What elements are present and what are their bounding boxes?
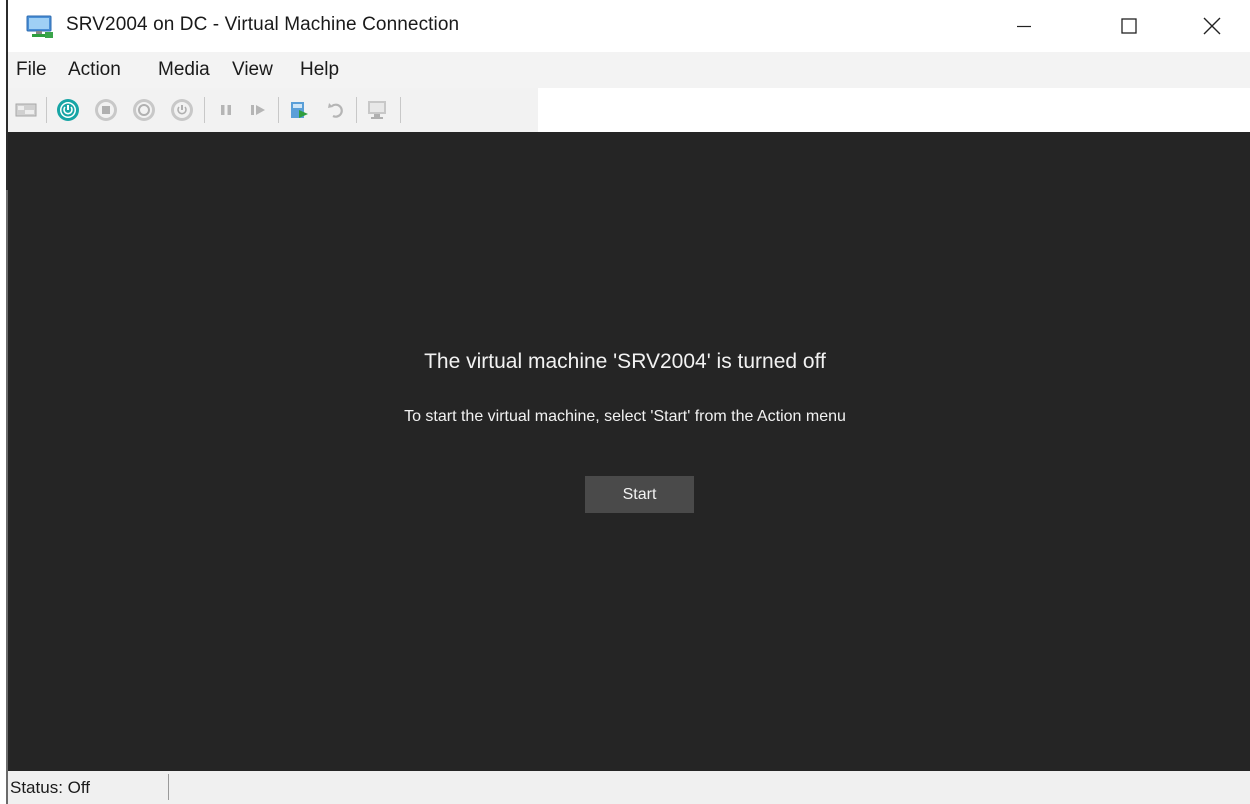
enhanced-session-icon[interactable] bbox=[366, 98, 390, 122]
start-icon[interactable] bbox=[56, 98, 80, 122]
start-button[interactable]: Start bbox=[585, 476, 694, 513]
menu-action[interactable]: Action bbox=[68, 59, 121, 81]
minimize-button[interactable] bbox=[992, 0, 1056, 52]
ctrl-alt-del-icon[interactable] bbox=[14, 98, 38, 122]
resume-icon[interactable] bbox=[246, 98, 270, 122]
pause-icon[interactable] bbox=[214, 98, 238, 122]
status-text: Status: Off bbox=[10, 778, 91, 797]
menu-view[interactable]: View bbox=[232, 59, 273, 81]
window-title: SRV2004 on DC - Virtual Machine Connecti… bbox=[66, 14, 460, 35]
checkpoint-icon[interactable] bbox=[288, 98, 312, 122]
close-icon bbox=[1203, 17, 1221, 35]
status-bar: Status: Off bbox=[8, 771, 1250, 804]
vm-off-heading: The virtual machine 'SRV2004' is turned … bbox=[424, 350, 826, 373]
menu-file[interactable]: File bbox=[16, 59, 47, 81]
save-icon[interactable] bbox=[170, 98, 194, 122]
vm-display-area[interactable] bbox=[8, 132, 1250, 771]
toolbar-separator bbox=[278, 97, 279, 123]
toolbar-separator bbox=[46, 97, 47, 123]
shut-down-icon[interactable] bbox=[132, 98, 156, 122]
toolbar bbox=[8, 88, 538, 132]
status-separator bbox=[168, 774, 169, 800]
title-bar[interactable]: SRV2004 on DC - Virtual Machine Connecti… bbox=[8, 0, 1250, 52]
minimize-icon bbox=[1017, 25, 1031, 28]
maximize-icon bbox=[1121, 18, 1137, 34]
turn-off-icon[interactable] bbox=[94, 98, 118, 122]
vm-start-instruction: To start the virtual machine, select 'St… bbox=[404, 408, 846, 425]
toolbar-separator bbox=[204, 97, 205, 123]
menu-help[interactable]: Help bbox=[300, 59, 339, 81]
vm-connection-window: SRV2004 on DC - Virtual Machine Connecti… bbox=[0, 0, 1250, 804]
maximize-button[interactable] bbox=[1097, 0, 1161, 52]
toolbar-empty-area bbox=[538, 88, 1250, 132]
revert-icon[interactable] bbox=[324, 98, 348, 122]
menu-media[interactable]: Media bbox=[158, 59, 210, 81]
toolbar-separator bbox=[400, 97, 401, 123]
close-button[interactable] bbox=[1180, 0, 1244, 52]
vm-monitor-icon bbox=[26, 15, 54, 39]
menu-bar: File Action Media View Help bbox=[8, 52, 1250, 88]
toolbar-separator bbox=[356, 97, 357, 123]
